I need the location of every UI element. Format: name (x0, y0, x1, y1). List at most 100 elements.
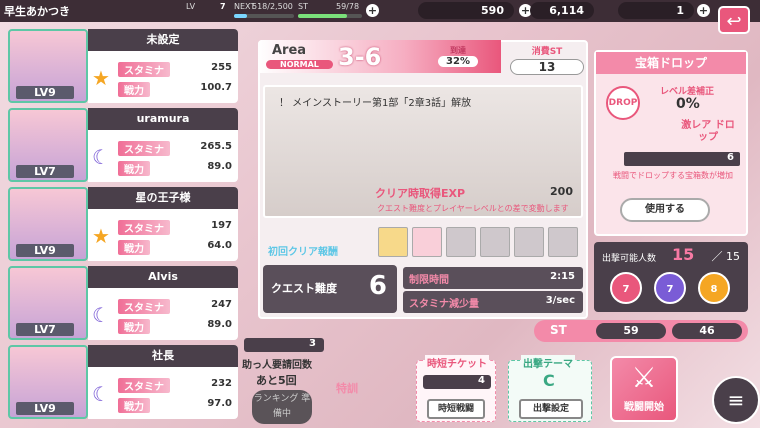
progress-label: 到達 (450, 46, 466, 55)
helper-label: 助っ人要請回数 (242, 360, 312, 371)
start-battle-label: 戦闘開始 (624, 402, 664, 413)
character-name: 社長 (88, 345, 238, 367)
sun-attribute-icon: 7 (610, 272, 642, 304)
character-info: 社長 ☾ スタミナ 232 戦力 97.0 (88, 345, 238, 419)
ticket-plus-button[interactable]: + (697, 4, 710, 17)
power-row: 戦力 100.7 (114, 81, 238, 97)
difficulty-value: 6 (368, 271, 387, 301)
difficulty-label: クエスト難度 (271, 282, 337, 295)
drop-title: 宝箱ドロップ (596, 52, 746, 74)
mode-badge: NORMAL (266, 60, 333, 69)
top-bar: 早生あかつき LV 7 NEXT 518/2,500 ST 59/78 + 59… (0, 0, 760, 22)
short-battle-button[interactable]: 時短戦闘 (427, 399, 485, 419)
power-value: 97.0 (207, 398, 232, 409)
character-info: 未設定 ★ スタミナ 255 戦力 100.7 (88, 29, 238, 103)
lv-label: LV (186, 2, 196, 11)
stamina-row: スタミナ 255 (114, 61, 238, 77)
st-plus-button[interactable]: + (366, 4, 379, 17)
ranking-button[interactable]: ランキング 準備中 (252, 390, 312, 424)
power-value: 89.0 (207, 161, 232, 172)
difficulty-box: クエスト難度 6 制限時間 2:15 スタミナ減少量 3/sec (263, 265, 583, 315)
exp-bar (234, 14, 294, 18)
character-info: 星の王子様 ★ スタミナ 197 戦力 64.0 (88, 187, 238, 261)
character-name: uramura (88, 108, 238, 130)
character-portrait[interactable]: LV9 (8, 345, 88, 419)
exp-note: クエスト難度とプレイヤーレベルとの差で変動します (377, 204, 569, 213)
character-name: 未設定 (88, 29, 238, 51)
stamina-value: 255 (211, 62, 232, 73)
character-portrait[interactable]: LV9 (8, 29, 88, 103)
coin-counter: 6,114 (530, 2, 594, 19)
power-value: 100.7 (200, 82, 232, 93)
power-label: 戦力 (118, 82, 150, 97)
party-member-card[interactable]: LV9 未設定 ★ スタミナ 255 戦力 100.7 (6, 26, 238, 104)
sortie-theme-value: C (543, 371, 555, 390)
party-member-card[interactable]: LV9 社長 ☾ スタミナ 232 戦力 97.0 (6, 342, 238, 420)
lv-correction-value: 0% (676, 96, 700, 112)
special-training-label[interactable]: 特訓 (336, 380, 358, 396)
exp-label: クリア時取得EXP (375, 187, 466, 200)
moon-attribute-icon: ☾ (92, 382, 110, 406)
start-battle-button[interactable]: ⚔ 戦闘開始 (610, 356, 678, 422)
first-clear-label: 初回クリア報酬 (268, 247, 338, 258)
ticket-counter: 1 (618, 2, 694, 19)
quest-image: ！ メインストーリー第1部「2章3話」解放 クリア時取得EXP 200 クエスト… (263, 85, 583, 218)
reward-slot-2[interactable] (412, 227, 442, 257)
helper-count: 3 (244, 338, 324, 352)
character-info: uramura ☾ スタミナ 265.5 戦力 89.0 (88, 108, 238, 182)
sortie-settings-button[interactable]: 出撃設定 (519, 399, 583, 419)
power-value: 64.0 (207, 240, 232, 251)
progress: 到達 32% (438, 45, 478, 67)
lv-value: 7 (220, 2, 226, 11)
time-limit: 制限時間 2:15 (403, 267, 583, 289)
player-name: 早生あかつき (4, 5, 70, 18)
rare-drop-label: 激レア ドロップ (681, 120, 735, 143)
use-button[interactable]: 使用する (620, 198, 710, 222)
st-before: 59 (596, 323, 666, 339)
character-level: LV9 (16, 86, 74, 99)
party-member-card[interactable]: LV7 Alvis ☾ スタミナ 247 戦力 89.0 (6, 263, 238, 341)
character-name: Alvis (88, 266, 238, 288)
power-value: 89.0 (207, 319, 232, 330)
party-member-card[interactable]: LV9 星の王子様 ★ スタミナ 197 戦力 64.0 (6, 184, 238, 262)
drop-icon: DROP (606, 86, 640, 120)
moon-attribute-icon: ☾ (92, 145, 110, 169)
character-portrait[interactable]: LV7 (8, 266, 88, 340)
exp-value: 200 (550, 185, 573, 198)
star-attribute-icon: ★ (92, 224, 110, 248)
sortie-max: ／ 15 (711, 250, 741, 263)
stamina-label: スタミナ (118, 141, 170, 156)
power-label: 戦力 (118, 161, 150, 176)
next-value: 518/2,500 (252, 2, 293, 11)
back-button[interactable]: ↩ (718, 6, 750, 34)
stamina-value: 197 (211, 220, 232, 231)
time-ticket-panel: 時短チケット 4 時短戦闘 (416, 355, 496, 422)
reward-slot-3 (446, 227, 476, 257)
reward-slot-6 (548, 227, 578, 257)
power-row: 戦力 89.0 (114, 318, 238, 334)
stamina-value: 265.5 (200, 141, 232, 152)
reward-slot-1[interactable] (378, 227, 408, 257)
character-info: Alvis ☾ スタミナ 247 戦力 89.0 (88, 266, 238, 340)
reward-slot-4 (480, 227, 510, 257)
time-value: 2:15 (550, 271, 575, 282)
drop-item-count: 6 (624, 152, 740, 166)
party-member-card[interactable]: LV7 uramura ☾ スタミナ 265.5 戦力 89.0 (6, 105, 238, 183)
sortie-theme-title: 出撃テーマ (521, 355, 575, 370)
character-level: LV7 (16, 165, 74, 178)
stamina-row: スタミナ 265.5 (114, 140, 238, 156)
stamina-cost: 消費ST 13 (510, 44, 584, 75)
time-label: 制限時間 (409, 275, 449, 286)
power-row: 戦力 97.0 (114, 397, 238, 413)
st-after: 46 (672, 323, 742, 339)
st-summary-label: ST (550, 323, 567, 337)
menu-button[interactable]: ≡ (712, 376, 760, 424)
character-portrait[interactable]: LV7 (8, 108, 88, 182)
helper-remaining: あと5回 (256, 374, 297, 387)
moon-attribute-icon: 7 (654, 272, 686, 304)
time-ticket-title: 時短チケット (425, 355, 489, 370)
sortie-panel: 出撃可能人数 15 ／ 15 7 7 8 (594, 242, 748, 312)
stamina-drain-value: 3/sec (545, 295, 575, 306)
crossed-swords-icon: ⚔ (631, 361, 657, 394)
character-portrait[interactable]: LV9 (8, 187, 88, 261)
